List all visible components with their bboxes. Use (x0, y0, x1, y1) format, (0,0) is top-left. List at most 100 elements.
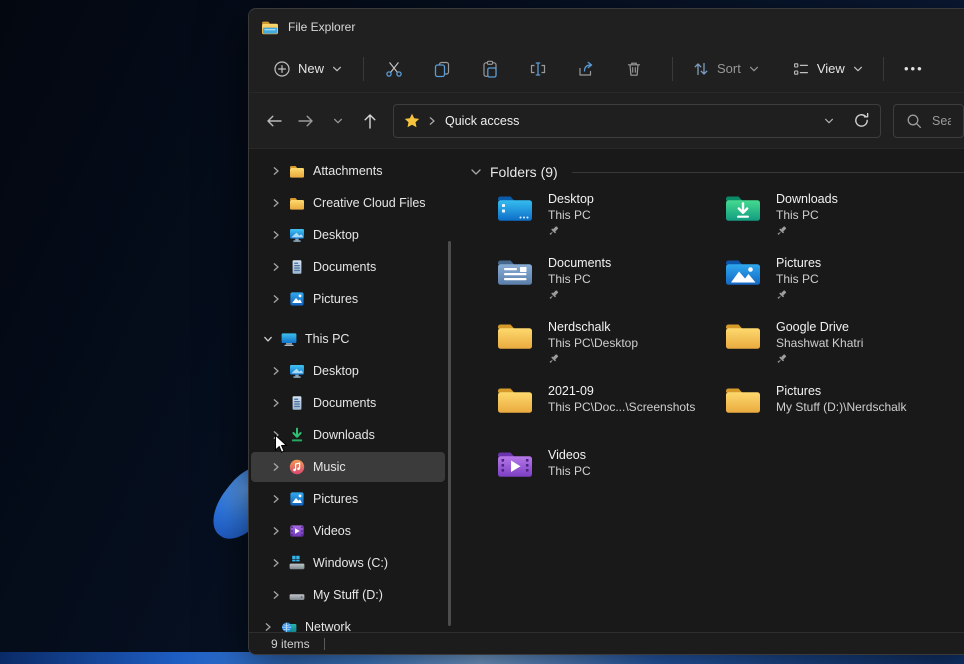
pin-icon (776, 353, 863, 365)
sidebar-item-attachments[interactable]: Attachments (251, 156, 445, 186)
sidebar-item-label: Creative Cloud Files (313, 196, 426, 210)
up-button[interactable] (357, 106, 383, 136)
sidebar-item-windows-c[interactable]: Windows (C:) (251, 548, 445, 578)
window-body: AttachmentsCreative Cloud FilesDesktopDo… (249, 149, 964, 632)
folder-location: This PC (548, 463, 591, 479)
command-bar: New Sort View ••• (249, 45, 964, 93)
chevron-right-icon[interactable] (271, 198, 281, 208)
breadcrumb-location[interactable]: Quick access (445, 114, 519, 128)
folder-name: Pictures (776, 383, 906, 399)
plus-circle-icon (273, 60, 291, 78)
sidebar-item-documents[interactable]: Documents (251, 252, 445, 282)
address-dropdown-icon[interactable] (823, 115, 835, 127)
chevron-right-icon[interactable] (271, 558, 281, 568)
new-button[interactable]: New (263, 54, 353, 84)
toolbar-divider (883, 57, 884, 81)
sidebar-item-label: Network (305, 620, 351, 632)
chevron-right-icon[interactable] (271, 294, 281, 304)
folder-icon (723, 384, 763, 416)
paste-icon (481, 60, 499, 78)
folder-tile-videos[interactable]: VideosThis PC (495, 447, 723, 511)
back-button[interactable] (261, 106, 287, 136)
cut-button[interactable] (374, 51, 414, 87)
title-bar[interactable]: File Explorer (249, 9, 964, 45)
folder-tile-documents[interactable]: DocumentsThis PC (495, 255, 723, 319)
chevron-right-icon[interactable] (271, 230, 281, 240)
refresh-icon[interactable] (853, 112, 870, 129)
sidebar-item-music[interactable]: Music (251, 452, 445, 482)
sidebar-item-desktop[interactable]: Desktop (251, 220, 445, 250)
sidebar-item-downloads[interactable]: Downloads (251, 420, 445, 450)
file-explorer-icon (261, 20, 279, 35)
chevron-down-icon[interactable] (263, 334, 273, 344)
folder-tile-2021-09[interactable]: 2021-09This PC\Doc...\Screenshots (495, 383, 723, 447)
desktop: File Explorer New Sort View (0, 0, 964, 664)
folder-icon (289, 195, 305, 211)
sidebar-item-desktop[interactable]: Desktop (251, 356, 445, 386)
sidebar-item-network[interactable]: Network (251, 612, 445, 632)
download-icon (289, 427, 305, 443)
drive-windows-icon (289, 555, 305, 571)
folder-tile-google-drive[interactable]: Google DriveShashwat Khatri (723, 319, 951, 383)
item-count: 9 items (271, 637, 310, 651)
sidebar-item-creative-cloud-files[interactable]: Creative Cloud Files (251, 188, 445, 218)
sidebar-item-label: Documents (313, 260, 376, 274)
folder-name: 2021-09 (548, 383, 695, 399)
window-title: File Explorer (288, 20, 355, 34)
copy-button[interactable] (422, 51, 462, 87)
sidebar-item-label: Videos (313, 524, 351, 538)
chevron-right-icon[interactable] (271, 462, 281, 472)
folder-tile-nerdschalk[interactable]: NerdschalkThis PC\Desktop (495, 319, 723, 383)
new-button-label: New (298, 61, 324, 76)
folder-tile-pictures[interactable]: PicturesMy Stuff (D:)\Nerdschalk (723, 383, 951, 447)
delete-button[interactable] (614, 51, 654, 87)
folder-tile-desktop[interactable]: DesktopThis PC (495, 191, 723, 255)
folder-name: Google Drive (776, 319, 863, 335)
see-more-button[interactable]: ••• (894, 51, 934, 87)
paste-button[interactable] (470, 51, 510, 87)
chevron-right-icon[interactable] (271, 366, 281, 376)
search-input[interactable] (932, 114, 951, 128)
network-icon (281, 619, 297, 632)
folder-name: Desktop (548, 191, 594, 207)
chevron-right-icon[interactable] (271, 526, 281, 536)
sidebar-item-documents[interactable]: Documents (251, 388, 445, 418)
chevron-right-icon[interactable] (263, 622, 273, 632)
copy-icon (433, 60, 451, 78)
videos-folder-icon (495, 448, 535, 480)
chevron-right-icon[interactable] (271, 398, 281, 408)
chevron-right-icon[interactable] (271, 166, 281, 176)
file-explorer-window: File Explorer New Sort View (248, 8, 964, 655)
chevron-down-icon (748, 63, 760, 75)
chevron-right-icon[interactable] (271, 590, 281, 600)
chevron-right-icon[interactable] (271, 494, 281, 504)
breadcrumb-chevron-icon[interactable] (427, 116, 437, 126)
address-bar[interactable]: Quick access (393, 104, 881, 138)
sidebar-item-label: My Stuff (D:) (313, 588, 383, 602)
chevron-down-icon[interactable] (469, 165, 483, 179)
sidebar-scrollbar[interactable] (448, 241, 451, 626)
folders-section-title: Folders (9) (490, 164, 558, 180)
sidebar-item-my-stuff-d[interactable]: My Stuff (D:) (251, 580, 445, 610)
search-box[interactable] (893, 104, 964, 138)
folder-name: Pictures (776, 255, 821, 271)
rename-button[interactable] (518, 51, 558, 87)
sidebar-item-label: This PC (305, 332, 349, 346)
folder-tile-pictures[interactable]: PicturesThis PC (723, 255, 951, 319)
folder-tile-downloads[interactable]: DownloadsThis PC (723, 191, 951, 255)
share-button[interactable] (566, 51, 606, 87)
folder-location: This PC (776, 207, 838, 223)
chevron-right-icon[interactable] (271, 430, 281, 440)
recent-locations-button[interactable] (325, 106, 351, 136)
sidebar-item-pictures[interactable]: Pictures (251, 284, 445, 314)
document-icon (289, 259, 305, 275)
status-bar: 9 items (249, 632, 964, 654)
sidebar-item-this-pc[interactable]: This PC (251, 324, 445, 354)
sort-button[interactable]: Sort (683, 54, 769, 84)
chevron-right-icon[interactable] (271, 262, 281, 272)
sidebar-item-videos[interactable]: Videos (251, 516, 445, 546)
forward-button[interactable] (293, 106, 319, 136)
documents-folder-icon (495, 256, 535, 288)
view-button[interactable]: View (783, 54, 873, 84)
sidebar-item-pictures[interactable]: Pictures (251, 484, 445, 514)
